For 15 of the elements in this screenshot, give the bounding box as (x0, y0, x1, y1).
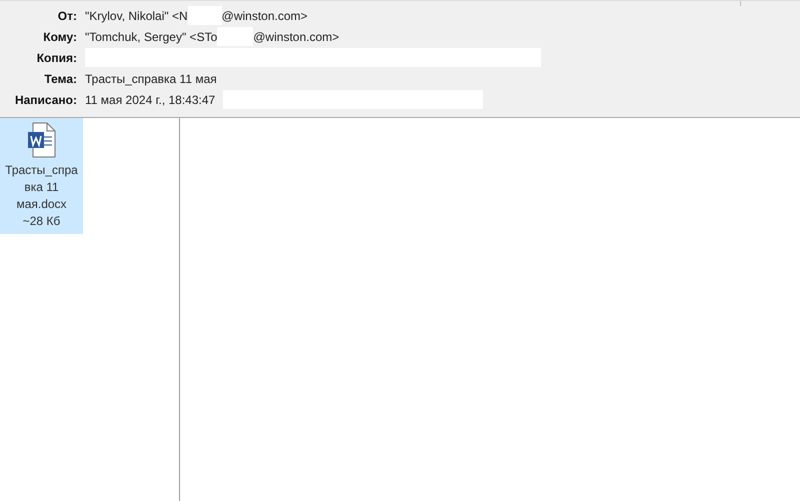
field-label: Копия: (36, 50, 78, 64)
field-label: Написано: (14, 92, 78, 106)
field-value: @winston.com> (253, 30, 340, 44)
file-name: Трасты_справка 11 мая.docx (4, 162, 78, 213)
document-icon (26, 122, 56, 158)
field-value: "Krylov, Nikolai" <N (85, 8, 188, 22)
field-label: От: (56, 8, 78, 22)
field-value: Трасты_справка 11 мая (85, 72, 217, 86)
field-label: Тема: (43, 72, 78, 86)
field-label: Кому: (42, 30, 78, 44)
field-value: @winston.com> (222, 8, 308, 22)
attachment-item[interactable]: Трасты_справка 11 мая.docx ~28 Кб (0, 118, 83, 234)
file-size: ~28 Кб (22, 213, 60, 230)
field-value: 11 мая 2024 г., 18:43:47 (85, 92, 216, 106)
field-value: "Tomchuk, Sergey" <STo (85, 30, 218, 44)
